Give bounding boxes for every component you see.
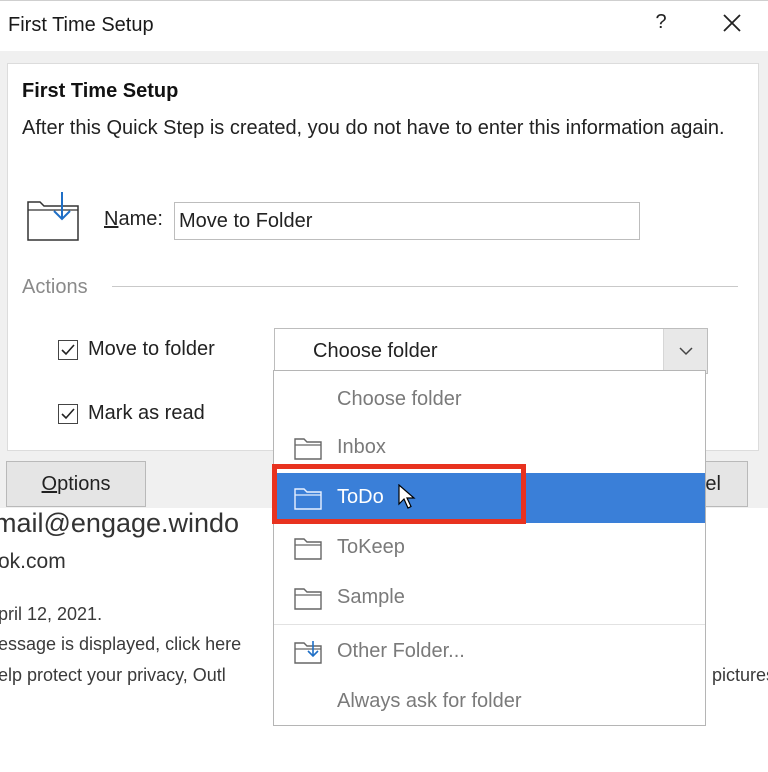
dropdown-item-label: Inbox <box>337 436 386 458</box>
options-accelerator: O <box>41 473 58 495</box>
checkmark-icon <box>61 344 75 356</box>
dropdown-item-other-folder[interactable]: Other Folder... <box>274 627 705 677</box>
move-to-folder-icon <box>27 192 79 241</box>
name-label-accelerator: N <box>104 208 119 230</box>
folder-icon <box>294 488 322 510</box>
dropdown-item-todo[interactable]: ToDo <box>274 473 705 523</box>
folder-arrow-icon <box>294 641 322 664</box>
folder-icon <box>294 538 322 560</box>
actions-section-label: Actions <box>22 276 88 298</box>
email-domain: ok.com <box>0 550 66 573</box>
move-to-folder-checkbox[interactable] <box>58 340 78 360</box>
email-pictures-text: pictures <box>712 665 768 685</box>
dropdown-item-label: Sample <box>337 586 405 608</box>
setup-heading: First Time Setup <box>22 80 179 102</box>
name-field[interactable] <box>174 202 640 240</box>
mouse-cursor-icon <box>398 484 416 509</box>
mark-as-read-checkbox[interactable] <box>58 404 78 424</box>
name-label: Name: <box>104 208 163 231</box>
dropdown-item-sample[interactable]: Sample <box>274 573 705 623</box>
dialog-title: First Time Setup <box>8 14 154 36</box>
dropdown-item-label: Other Folder... <box>337 640 465 662</box>
folder-icon <box>294 588 322 610</box>
dropdown-item-label: Choose folder <box>337 388 462 410</box>
setup-description: After this Quick Step is created, you do… <box>22 117 725 139</box>
move-to-folder-label: Move to folder <box>88 338 215 360</box>
options-label: ptions <box>57 473 111 495</box>
dropdown-item-label: ToDo <box>337 486 384 508</box>
checkmark-icon <box>61 408 75 420</box>
dropdown-separator <box>274 624 705 625</box>
dropdown-item-choose-folder[interactable]: Choose folder <box>274 375 705 425</box>
dropdown-item-inbox[interactable]: Inbox <box>274 423 705 473</box>
email-display-notice: essage is displayed, click here <box>0 634 242 654</box>
email-from: mail@engage.windo <box>0 508 240 538</box>
dropdown-item-label: Always ask for folder <box>337 690 522 712</box>
chevron-down-icon <box>679 347 693 356</box>
options-button[interactable]: Options <box>6 461 146 507</box>
dropdown-item-always-ask[interactable]: Always ask for folder <box>274 677 705 727</box>
close-icon <box>723 14 741 32</box>
folder-icon <box>294 438 322 460</box>
folder-dropdown-list: Choose folder Inbox ToDo ToKeep Sample O… <box>273 370 706 726</box>
mark-as-read-label: Mark as read <box>88 402 205 424</box>
email-date: pril 12, 2021. <box>0 604 103 624</box>
combobox-value: Choose folder <box>313 340 438 362</box>
dialog-titlebar: First Time Setup ? <box>0 1 768 51</box>
close-button[interactable] <box>714 9 750 43</box>
help-button[interactable]: ? <box>648 11 674 39</box>
choose-folder-combobox[interactable]: Choose folder <box>274 328 708 374</box>
dropdown-item-tokeep[interactable]: ToKeep <box>274 523 705 573</box>
actions-divider <box>112 286 738 287</box>
combobox-dropdown-button[interactable] <box>663 329 707 373</box>
dropdown-item-label: ToKeep <box>337 536 405 558</box>
name-label-text: ame: <box>118 208 163 230</box>
email-privacy-notice: elp protect your privacy, Outl <box>0 665 226 685</box>
